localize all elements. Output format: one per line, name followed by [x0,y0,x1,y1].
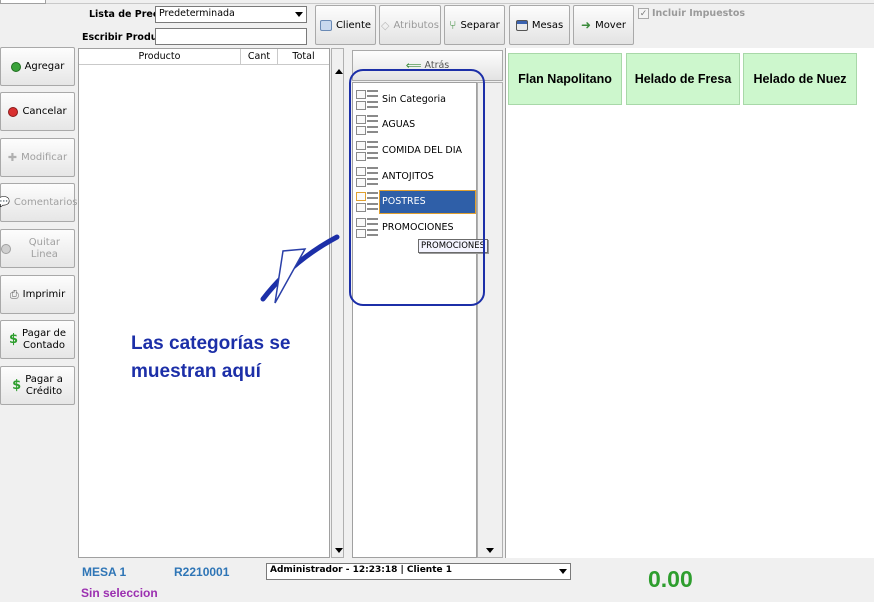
tables-icon [515,19,528,31]
incluir-impuestos-option[interactable]: ✓ Incluir Impuestos [638,8,745,19]
quitar-linea-button[interactable]: Quitar Linea [0,229,75,268]
session-select[interactable]: Administrador - 12:23:18 | Cliente 1 [266,563,571,580]
product-panel [505,48,874,558]
annotation-text: Las categorías se muestran aquí [131,333,291,382]
incluir-impuestos-label: Incluir Impuestos [652,8,746,19]
window-tab [0,0,46,4]
pagar-credito-button[interactable]: $ Pagar a Crédito [0,366,75,405]
price-list-select[interactable]: Predeterminada [155,6,307,23]
cancelar-button[interactable]: Cancelar [0,92,75,131]
product-search-input[interactable] [155,28,307,45]
table-label: MESA 1 [82,565,127,579]
scroll-down-icon[interactable] [335,548,343,553]
comentarios-button[interactable]: 💬 Comentarios [0,183,78,222]
move-icon: ➜ [581,18,592,32]
puzzle-icon: ✚ [7,150,18,164]
client-card-icon [319,19,332,31]
price-list-value: Predeterminada [159,8,235,19]
scroll-down-icon[interactable] [486,548,494,553]
split-icon: ⑂ [449,18,457,32]
agregar-button[interactable]: Agregar [0,47,75,86]
ticket-number: R2210001 [174,565,230,579]
comment-icon: 💬 [0,196,10,208]
chevron-down-icon [295,12,303,17]
cliente-button[interactable]: Cliente [315,5,376,45]
dollar-icon: $ [8,331,19,347]
order-grid-header: Producto Cant Total [79,49,329,65]
session-value: Administrador - 12:23:18 | Cliente 1 [270,565,453,575]
annotation-arrow-icon [260,234,340,304]
mover-button[interactable]: ➜ Mover [573,5,634,45]
column-header-producto[interactable]: Producto [79,49,241,64]
category-highlight-frame [349,69,485,306]
mesas-button[interactable]: Mesas [509,5,570,45]
remove-circle-icon [1,243,11,254]
pagar-contado-button[interactable]: $ Pagar de Contado [0,320,75,359]
attributes-icon: ◇ [381,18,390,32]
column-header-cant[interactable]: Cant [241,49,278,64]
selection-status: Sin seleccion [81,586,158,600]
incluir-impuestos-checkbox[interactable]: ✓ [638,8,649,19]
product-button-flan-napolitano[interactable]: Flan Napolitano [508,53,622,105]
order-total: 0.00 [648,566,693,592]
column-header-total[interactable]: Total [278,49,329,64]
scroll-up-icon[interactable] [335,69,343,74]
printer-icon: ⎙ [9,287,19,301]
separar-button[interactable]: ⑂ Separar [444,5,505,45]
top-divider [46,3,874,4]
plus-circle-icon [10,61,21,72]
imprimir-button[interactable]: ⎙ Imprimir [0,275,75,314]
product-button-helado-de-nuez[interactable]: Helado de Nuez [743,53,857,105]
modificar-button[interactable]: ✚ Modificar [0,138,75,177]
atributos-button[interactable]: ◇ Atributos [379,5,441,45]
dollar-icon: $ [12,377,22,393]
product-button-helado-de-fresa[interactable]: Helado de Fresa [626,53,740,105]
chevron-down-icon [559,569,567,574]
cancel-circle-icon [8,106,19,117]
